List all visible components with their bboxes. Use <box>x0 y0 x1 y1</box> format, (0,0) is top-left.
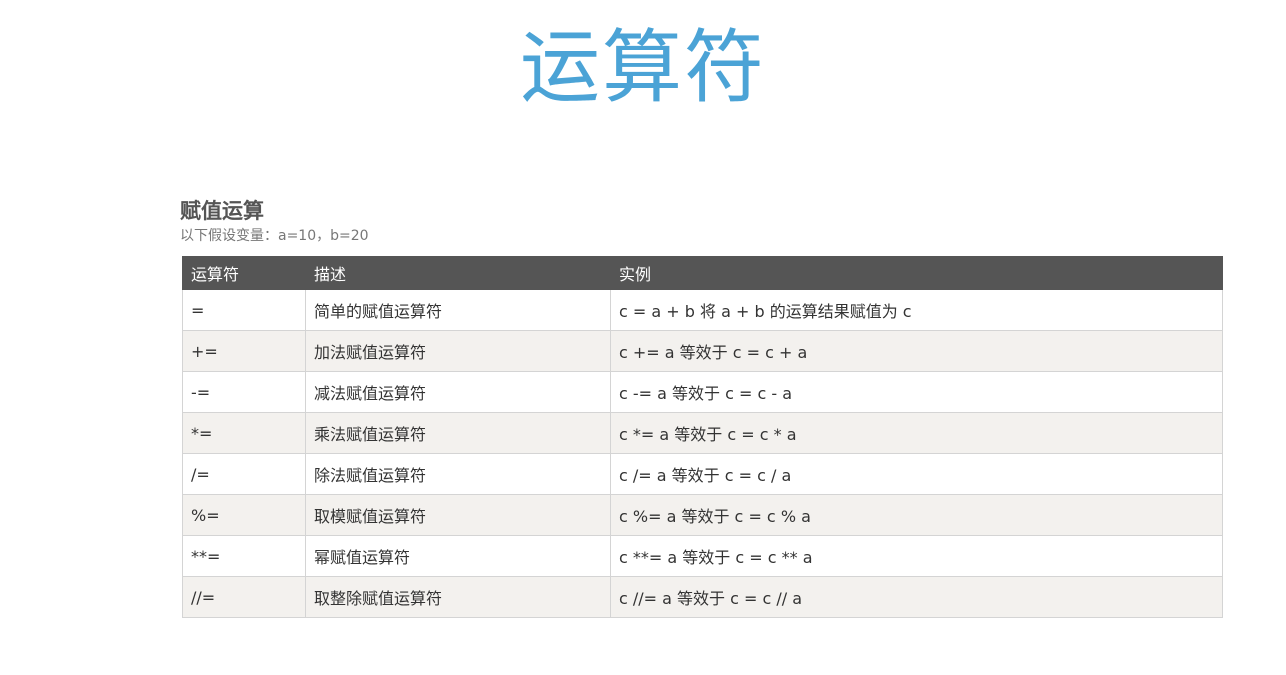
description-cell: 取整除赋值运算符 <box>305 576 611 618</box>
example-cell: c -= a 等效于 c = c - a <box>610 371 1223 413</box>
page-title: 运算符 <box>520 21 766 114</box>
section-heading: 赋值运算 <box>180 199 264 223</box>
operator-cell: += <box>182 330 306 372</box>
table-header-row: 运算符 描述 实例 <box>182 256 1223 290</box>
description-cell: 乘法赋值运算符 <box>305 412 611 454</box>
table-row: **= 幂赋值运算符 c **= a 等效于 c = c ** a <box>182 535 1223 577</box>
header-description: 描述 <box>305 256 611 290</box>
example-cell: c //= a 等效于 c = c // a <box>610 576 1223 618</box>
description-cell: 加法赋值运算符 <box>305 330 611 372</box>
example-cell: c /= a 等效于 c = c / a <box>610 453 1223 495</box>
example-cell: c += a 等效于 c = c + a <box>610 330 1223 372</box>
table-row: *= 乘法赋值运算符 c *= a 等效于 c = c * a <box>182 412 1223 454</box>
description-cell: 除法赋值运算符 <box>305 453 611 495</box>
operator-cell: **= <box>182 535 306 577</box>
table-row: //= 取整除赋值运算符 c //= a 等效于 c = c // a <box>182 576 1223 618</box>
description-cell: 简单的赋值运算符 <box>305 289 611 331</box>
example-cell: c = a + b 将 a + b 的运算结果赋值为 c <box>610 289 1223 331</box>
section-note: 以下假设变量：a=10，b=20 <box>180 228 369 244</box>
example-cell: c %= a 等效于 c = c % a <box>610 494 1223 536</box>
table-row: /= 除法赋值运算符 c /= a 等效于 c = c / a <box>182 453 1223 495</box>
example-cell: c **= a 等效于 c = c ** a <box>610 535 1223 577</box>
header-operator: 运算符 <box>182 256 306 290</box>
table-row: -= 减法赋值运算符 c -= a 等效于 c = c - a <box>182 371 1223 413</box>
operator-table: 运算符 描述 实例 = 简单的赋值运算符 c = a + b 将 a + b 的… <box>182 256 1223 618</box>
operator-cell: = <box>182 289 306 331</box>
description-cell: 取模赋值运算符 <box>305 494 611 536</box>
header-example: 实例 <box>610 256 1223 290</box>
table-row: += 加法赋值运算符 c += a 等效于 c = c + a <box>182 330 1223 372</box>
table-row: %= 取模赋值运算符 c %= a 等效于 c = c % a <box>182 494 1223 536</box>
operator-cell: *= <box>182 412 306 454</box>
operator-cell: /= <box>182 453 306 495</box>
operator-cell: %= <box>182 494 306 536</box>
table-row: = 简单的赋值运算符 c = a + b 将 a + b 的运算结果赋值为 c <box>182 289 1223 331</box>
operator-cell: -= <box>182 371 306 413</box>
description-cell: 减法赋值运算符 <box>305 371 611 413</box>
example-cell: c *= a 等效于 c = c * a <box>610 412 1223 454</box>
description-cell: 幂赋值运算符 <box>305 535 611 577</box>
operator-cell: //= <box>182 576 306 618</box>
assignment-section: 赋值运算 以下假设变量：a=10，b=20 <box>180 196 1222 254</box>
